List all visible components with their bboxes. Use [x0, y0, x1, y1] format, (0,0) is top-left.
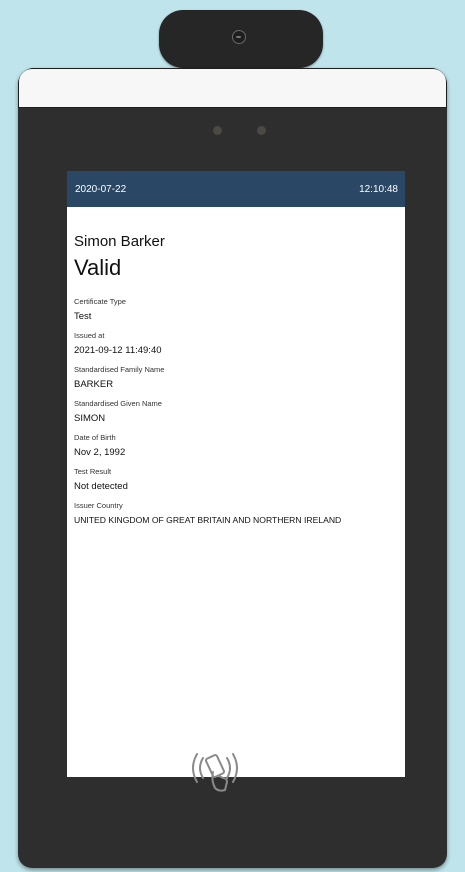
device-screen: 2020-07-22 12:10:48 Simon Barker Valid C…: [67, 171, 405, 777]
field-test-result: Test Result Not detected: [74, 467, 398, 492]
field-label: Certificate Type: [74, 297, 126, 306]
scene: 2020-07-22 12:10:48 Simon Barker Valid C…: [0, 0, 465, 872]
camera-module: [159, 10, 323, 68]
sensor-right: [257, 126, 266, 135]
field-value: Test: [74, 311, 92, 322]
field-label: Standardised Given Name: [74, 399, 162, 408]
field-date-of-birth: Date of Birth Nov 2, 1992: [74, 433, 398, 458]
field-label: Date of Birth: [74, 433, 116, 442]
validity-status: Valid: [74, 255, 122, 280]
field-family-name: Standardised Family Name BARKER: [74, 365, 398, 390]
field-given-name: Standardised Given Name SIMON: [74, 399, 398, 424]
field-issuer-country: Issuer Country UNITED KINGDOM OF GREAT B…: [74, 501, 398, 525]
field-issued-at: Issued at 2021-09-12 11:49:40: [74, 331, 398, 356]
field-value: BARKER: [74, 379, 114, 390]
status-time: 12:10:48: [359, 183, 398, 195]
nfc-reader-icon[interactable]: [175, 742, 255, 798]
field-value: Nov 2, 1992: [74, 447, 126, 458]
field-value: SIMON: [74, 413, 106, 424]
device-top-bezel: [18, 68, 447, 108]
field-label: Issued at: [74, 331, 105, 340]
field-label: Issuer Country: [74, 501, 123, 510]
person-name: Simon Barker: [74, 233, 165, 250]
certificate-details: Simon Barker Valid Certificate Type Test…: [67, 207, 405, 525]
field-value: UNITED KINGDOM OF GREAT BRITAIN AND NORT…: [74, 515, 342, 525]
field-value: 2021-09-12 11:49:40: [74, 345, 162, 356]
field-label: Test Result: [74, 467, 112, 476]
field-value: Not detected: [74, 481, 128, 492]
field-label: Standardised Family Name: [74, 365, 165, 374]
field-certificate-type: Certificate Type Test: [74, 297, 398, 322]
camera-icon: [232, 30, 246, 44]
status-date: 2020-07-22: [75, 183, 127, 195]
sensor-left: [213, 126, 222, 135]
status-bar: 2020-07-22 12:10:48: [67, 171, 405, 207]
